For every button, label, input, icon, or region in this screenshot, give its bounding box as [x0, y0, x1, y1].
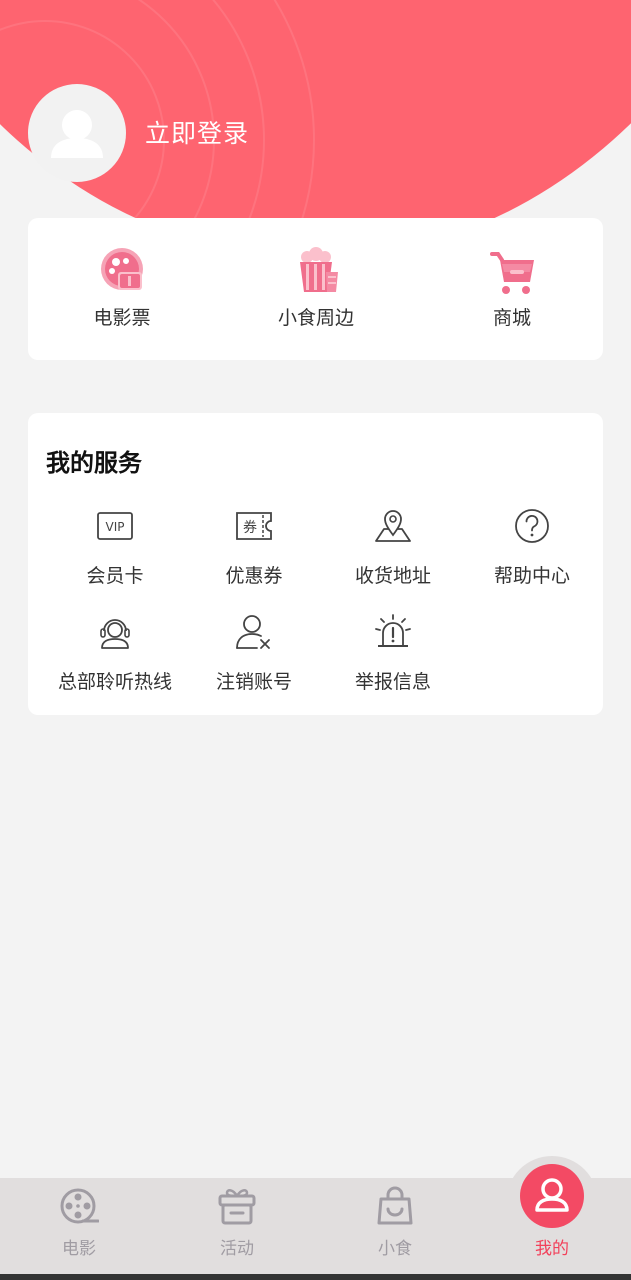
- user-icon: [535, 1178, 569, 1212]
- gift-icon: [218, 1189, 256, 1225]
- login-link[interactable]: 立即登录: [145, 114, 249, 150]
- my-services-card: 我的服务 VIP 会员卡 券 优惠券 收货地址 帮助中心 总部聆听热线 注销账号…: [28, 413, 603, 715]
- quick-actions-card: 电影票 小食周边 商城: [28, 218, 603, 360]
- service-shipping-address[interactable]: 收货地址: [323, 507, 463, 593]
- service-label: 收货地址: [354, 565, 431, 587]
- service-label: 帮助中心: [493, 565, 570, 587]
- tab-label: 活动: [220, 1239, 254, 1259]
- film-reel-icon: [60, 1188, 99, 1224]
- user-remove-icon: [236, 615, 270, 649]
- tab-movies[interactable]: 电影: [0, 1178, 158, 1274]
- bag-icon: [377, 1186, 413, 1225]
- popcorn-icon: [300, 247, 338, 292]
- film-ticket-icon: [101, 248, 143, 290]
- quick-item-label: 小食周边: [277, 307, 354, 329]
- svg-text:券: 券: [243, 520, 257, 536]
- quick-item-label: 商城: [492, 307, 531, 329]
- tab-label: 我的: [535, 1239, 569, 1259]
- vip-card-icon: VIP: [97, 512, 133, 540]
- default-avatar-icon: [51, 110, 103, 158]
- service-hotline[interactable]: 总部聆听热线: [45, 613, 185, 699]
- tab-label: 电影: [62, 1239, 96, 1259]
- services-title: 我的服务: [46, 449, 142, 477]
- tab-activities[interactable]: 活动: [158, 1178, 316, 1274]
- system-nav-strip: [0, 1274, 631, 1280]
- service-label: 会员卡: [86, 565, 144, 587]
- service-report[interactable]: 举报信息: [323, 613, 463, 699]
- service-cancel-account[interactable]: 注销账号: [184, 613, 324, 699]
- alarm-icon: [375, 614, 411, 647]
- cart-icon: [490, 252, 534, 294]
- service-help-center[interactable]: 帮助中心: [462, 507, 602, 593]
- quick-item-movie-ticket[interactable]: 电影票: [52, 240, 192, 340]
- quick-item-snacks[interactable]: 小食周边: [246, 240, 386, 340]
- avatar[interactable]: [28, 84, 126, 182]
- quick-item-label: 电影票: [93, 307, 151, 329]
- service-label: 优惠券: [225, 565, 283, 587]
- service-coupons[interactable]: 券 优惠券: [184, 507, 324, 593]
- help-icon: [515, 509, 549, 543]
- svg-text:VIP: VIP: [106, 520, 125, 534]
- location-icon: [375, 510, 411, 542]
- tab-label: 小食: [378, 1239, 412, 1259]
- quick-item-mall[interactable]: 商城: [442, 240, 582, 340]
- headset-icon: [100, 619, 130, 649]
- service-label: 举报信息: [354, 671, 431, 693]
- service-label: 注销账号: [215, 671, 292, 693]
- service-membership-card[interactable]: VIP 会员卡: [45, 507, 185, 593]
- coupon-icon: 券: [236, 512, 272, 540]
- service-label: 总部聆听热线: [57, 671, 172, 693]
- tab-mine-active-indicator[interactable]: [520, 1164, 584, 1228]
- tab-snacks[interactable]: 小食: [316, 1178, 474, 1274]
